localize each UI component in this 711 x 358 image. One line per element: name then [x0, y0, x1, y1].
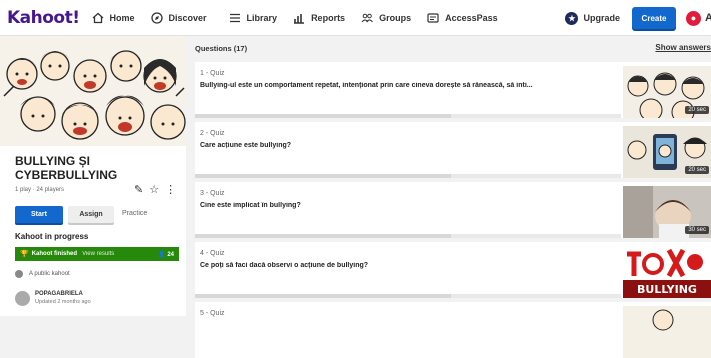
- nav-accesspass[interactable]: AccessPass: [427, 12, 498, 24]
- question-number: 3 - Quiz: [200, 190, 225, 197]
- upgrade-label: Upgrade: [583, 13, 620, 23]
- visibility-info: A public kahoot: [15, 270, 70, 278]
- main-nav: Home Discover Library Reports Groups Acc…: [92, 11, 514, 24]
- edit-icon[interactable]: ✎: [134, 183, 143, 196]
- question-card[interactable]: 2 - Quiz Care acțiune este bullying? 20 …: [195, 122, 711, 178]
- user-avatar[interactable]: ●: [686, 10, 701, 26]
- nav-home[interactable]: Home: [92, 12, 135, 24]
- question-timer: 30 sec: [685, 226, 709, 234]
- visibility-label: A public kahoot: [29, 271, 70, 277]
- nav-library-label: Library: [246, 12, 278, 23]
- create-button[interactable]: Create: [632, 7, 676, 29]
- question-divider: [195, 234, 621, 238]
- question-card[interactable]: 4 - Quiz Ce poți să faci dacă observi o …: [195, 242, 711, 298]
- question-divider: [195, 294, 621, 298]
- start-button[interactable]: Start: [15, 206, 63, 223]
- question-divider: [195, 174, 621, 178]
- user-menu-truncated[interactable]: A: [705, 12, 711, 24]
- question-thumbnail: 20 sec: [623, 66, 711, 118]
- bar-chart-icon: [294, 13, 305, 24]
- question-card[interactable]: 5 - Quiz: [195, 302, 711, 358]
- more-options-icon[interactable]: ⋮: [165, 183, 176, 196]
- nav-groups[interactable]: Groups: [361, 12, 411, 24]
- question-number: 2 - Quiz: [200, 130, 225, 137]
- players-count: 👤 24: [158, 251, 174, 258]
- globe-icon: [15, 270, 23, 278]
- star-icon[interactable]: ☆: [149, 183, 159, 196]
- owner-info[interactable]: POPAGABRIELA Updated 2 months ago: [15, 290, 91, 306]
- owner-avatar: [15, 290, 30, 306]
- nav-reports-label: Reports: [311, 12, 346, 23]
- upgrade-icon: ★: [565, 11, 579, 25]
- question-text: Cine este implicat în bullying?: [200, 202, 301, 209]
- kahoot-tools: ✎ ☆ ⋮: [134, 183, 182, 196]
- compass-icon: [150, 11, 163, 24]
- question-card[interactable]: 1 - Quiz Bullying-ul este un comportamen…: [195, 62, 711, 118]
- list-icon: [229, 13, 240, 22]
- question-divider: [195, 114, 621, 118]
- question-timer: 20 sec: [685, 106, 709, 114]
- finished-label: Kahoot finished: [31, 251, 78, 257]
- cover-image: [0, 36, 186, 146]
- home-icon: [92, 12, 103, 23]
- question-number: 4 - Quiz: [200, 250, 225, 257]
- question-thumbnail: 20 sec: [623, 126, 711, 178]
- top-navbar: Kahoot! Home Discover Library Reports Gr…: [0, 0, 711, 36]
- progress-heading: Kahoot in progress: [15, 232, 89, 241]
- svg-text:BULLYING: BULLYING: [637, 283, 697, 296]
- question-card[interactable]: 3 - Quiz Cine este implicat în bullying?…: [195, 182, 711, 238]
- nav-discover[interactable]: Discover: [150, 11, 207, 24]
- question-text: Bullying-ul este un comportament repetat…: [200, 82, 533, 89]
- updated-time: Updated 2 months ago: [35, 299, 91, 305]
- view-results-link[interactable]: View results: [82, 251, 114, 257]
- practice-link[interactable]: Practice: [122, 210, 147, 217]
- right-nav: ★ Upgrade Create ● A: [565, 0, 711, 36]
- kahoot-finished-banner[interactable]: 🏆 Kahoot finished View results 👤 24: [15, 247, 179, 261]
- trophy-icon: 🏆: [20, 251, 29, 258]
- question-text: Ce poți să faci dacă observi o acțiune d…: [200, 262, 369, 269]
- players-count-value: 24: [167, 251, 174, 258]
- kahoot-logo[interactable]: Kahoot!: [7, 8, 80, 28]
- question-thumbnail: [623, 306, 711, 358]
- nav-library[interactable]: Library: [229, 12, 278, 24]
- question-thumbnail: BULLYING: [623, 246, 711, 298]
- question-text: Care acțiune este bullying?: [200, 142, 292, 149]
- question-timer: 20 sec: [685, 166, 709, 174]
- players-icon: 👤: [158, 251, 166, 258]
- assign-button[interactable]: Assign: [68, 206, 114, 223]
- people-icon: [361, 13, 373, 22]
- play-stats: 1 play · 24 players: [15, 187, 65, 193]
- kahoot-title: BULLYING ȘI CYBERBULLYING: [15, 154, 118, 182]
- show-answers-link[interactable]: Show answers: [655, 43, 711, 52]
- owner-name: POPAGABRIELA: [35, 291, 83, 297]
- question-number: 1 - Quiz: [200, 70, 225, 77]
- questions-heading: Questions (17): [195, 44, 248, 53]
- question-thumbnail: 30 sec: [623, 186, 711, 238]
- nav-groups-label: Groups: [379, 12, 412, 23]
- pass-icon: [427, 12, 439, 23]
- nav-discover-label: Discover: [168, 12, 207, 23]
- kahoot-details-panel: BULLYING ȘI CYBERBULLYING 1 play · 24 pl…: [0, 36, 186, 316]
- upgrade-link[interactable]: ★ Upgrade: [565, 11, 620, 25]
- nav-accesspass-label: AccessPass: [445, 12, 498, 23]
- nav-reports[interactable]: Reports: [293, 12, 345, 24]
- nav-home-label: Home: [109, 12, 135, 23]
